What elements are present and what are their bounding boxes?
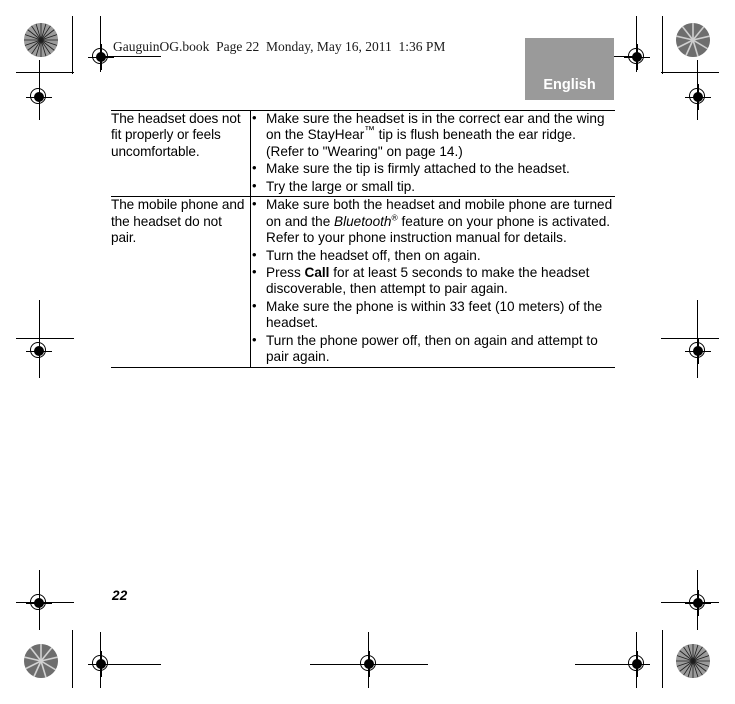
- troubleshooting-table: The headset does not fit properly or fee…: [111, 110, 615, 368]
- actions-cell: Make sure the headset is in the correct …: [251, 110, 616, 197]
- button-name-text: Call: [304, 264, 330, 280]
- document-header-line: GauguinOG.book Page 22 Monday, May 16, 2…: [113, 39, 446, 54]
- action-text: Turn the phone power off, then on again …: [266, 332, 598, 365]
- starburst-mark-top-right: [676, 23, 710, 57]
- registration-dot: [693, 346, 703, 356]
- table-bottom-rule-left: [111, 366, 251, 368]
- registration-target-top-left: [88, 44, 114, 70]
- registration-dot: [34, 346, 44, 356]
- table-bottom-rule-right: [250, 366, 615, 368]
- action-text: Turn the headset off, then on again.: [266, 247, 481, 263]
- actions-cell: Make sure both the headset and mobile ph…: [251, 196, 616, 367]
- registration-dot: [693, 92, 703, 102]
- action-text: Press: [266, 264, 305, 280]
- registration-dot: [96, 659, 106, 669]
- registration-target-top-right: [624, 44, 650, 70]
- trademark-mark: ™: [364, 124, 375, 137]
- table-bottom-rule: [111, 366, 615, 368]
- crop-line-bottom-right-vertical: [662, 630, 663, 688]
- registration-dot: [632, 659, 642, 669]
- page-number: 22: [112, 588, 128, 603]
- crop-line-bottom-left-vertical: [72, 630, 73, 688]
- registration-target-left-lower: [26, 590, 52, 616]
- starburst-mark-bottom-right: [676, 644, 710, 678]
- crop-line-top-right-vertical: [662, 16, 663, 74]
- action-item: Turn the headset off, then on again.: [251, 246, 615, 264]
- action-list: Make sure both the headset and mobile ph…: [251, 196, 615, 366]
- crop-line-bottom-center-right-horizontal: [380, 664, 428, 665]
- action-item: Make sure the headset is in the correct …: [251, 110, 615, 160]
- action-item: Make sure the tip is firmly attached to …: [251, 160, 615, 177]
- action-text: Make sure the tip is firmly attached to …: [266, 161, 570, 177]
- registration-target-bottom-right: [624, 651, 650, 677]
- registration-target-left-middle: [26, 338, 52, 364]
- table-row: The mobile phone and the headset do not …: [111, 196, 616, 368]
- registration-dot: [96, 52, 106, 62]
- action-item: Make sure both the headset and mobile ph…: [251, 196, 615, 246]
- action-list: Make sure the headset is in the correct …: [251, 110, 615, 195]
- symptom-cell: The headset does not fit properly or fee…: [111, 110, 251, 197]
- crop-line-right-upper-horizontal: [661, 72, 719, 73]
- registration-dot: [693, 598, 703, 608]
- action-text: Make sure the phone is within 33 feet (1…: [266, 298, 603, 331]
- crop-line-top-left-vertical: [72, 16, 73, 74]
- emphasis-text: Bluetooth: [334, 213, 392, 229]
- action-text: Try the large or small tip.: [266, 178, 416, 194]
- crop-line-left-upper-horizontal: [16, 72, 74, 73]
- table-row: The headset does not fit properly or fee…: [111, 110, 616, 197]
- action-item: Try the large or small tip.: [251, 178, 615, 195]
- registration-target-right-middle: [685, 338, 711, 364]
- language-tab-label: English: [543, 77, 596, 93]
- starburst-mark-bottom-left: [24, 644, 58, 678]
- action-item: Press Call for at least 5 seconds to mak…: [251, 264, 615, 298]
- crop-line-bottom-center-left-horizontal: [310, 664, 358, 665]
- language-tab: English: [525, 38, 614, 100]
- registration-target-right-upper: [685, 84, 711, 110]
- symptom-cell: The mobile phone and the headset do not …: [111, 196, 251, 368]
- registration-dot: [364, 659, 374, 669]
- registration-dot: [34, 598, 44, 608]
- action-item: Make sure the phone is within 33 feet (1…: [251, 298, 615, 332]
- troubleshooting-table-body: The headset does not fit properly or fee…: [111, 110, 616, 368]
- registration-target-bottom-center: [356, 651, 382, 677]
- registration-target-right-lower: [685, 590, 711, 616]
- registration-dot: [632, 52, 642, 62]
- action-item: Turn the phone power off, then on again …: [251, 332, 615, 366]
- registration-target-left-upper: [26, 84, 52, 110]
- registration-target-bottom-left: [88, 651, 114, 677]
- registration-dot: [34, 92, 44, 102]
- starburst-mark-top-left: [24, 23, 58, 57]
